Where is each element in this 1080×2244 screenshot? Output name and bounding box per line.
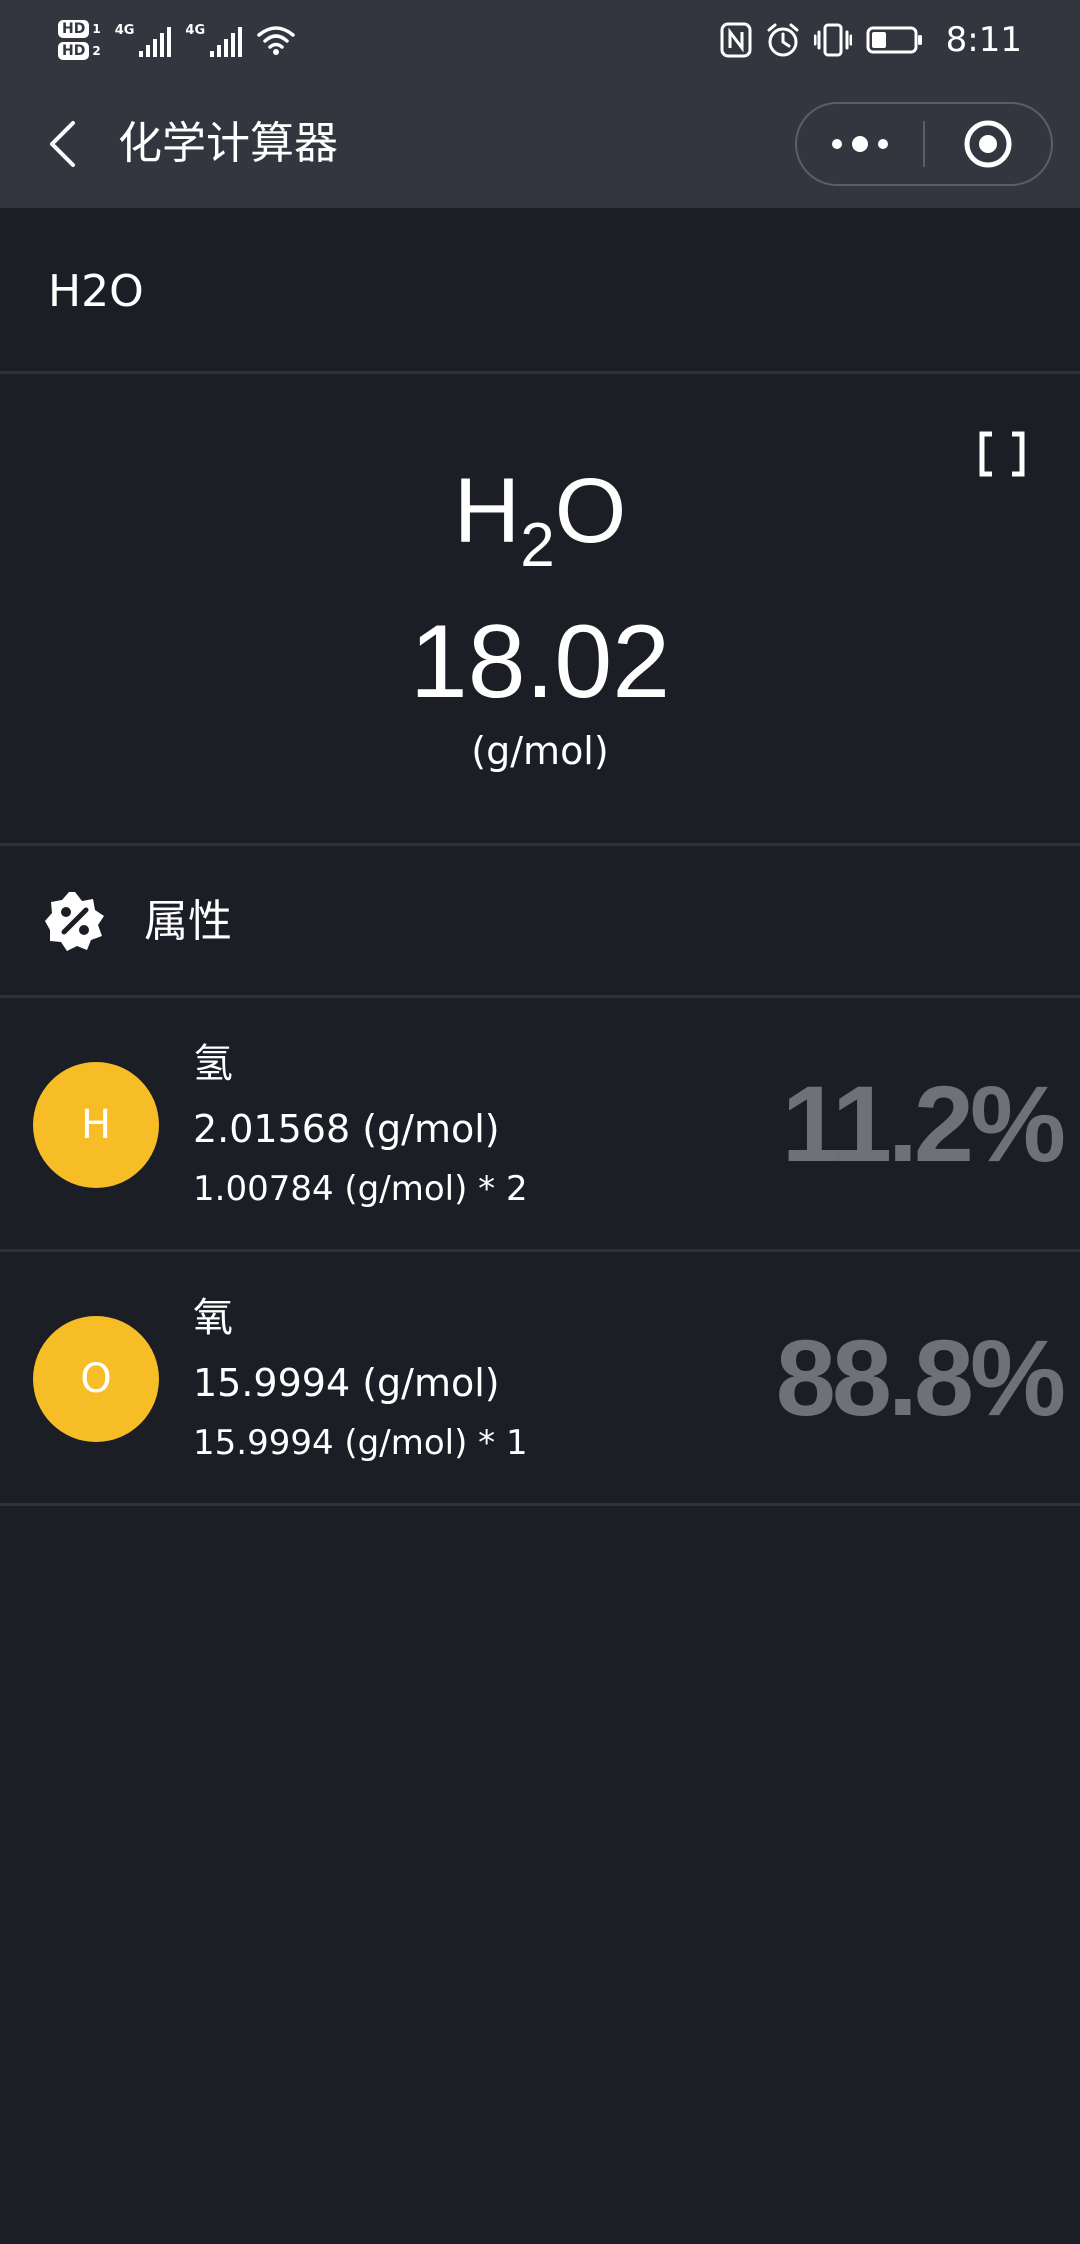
wifi-icon xyxy=(257,26,295,55)
molar-mass-unit: (g/mol) xyxy=(471,729,609,773)
signal-icon: 4G xyxy=(185,23,243,57)
back-arrow-icon xyxy=(50,121,75,167)
more-button[interactable] xyxy=(797,104,923,184)
hd2-row: HD 2 xyxy=(58,42,101,60)
formula-symbol: H xyxy=(453,460,521,562)
properties-label: 属性 xyxy=(144,896,232,947)
formula-input[interactable] xyxy=(48,260,948,324)
result-formula: H2O xyxy=(0,456,1080,580)
signal-icon: 4G xyxy=(115,23,172,57)
element-name: 氧 xyxy=(193,1295,233,1341)
element-badge: O xyxy=(33,1316,159,1442)
element-mass-detail: 1.00784 (g/mol) * 2 xyxy=(193,1169,528,1209)
hd1-sub: 1 xyxy=(92,22,101,36)
status-bar: HD 1 HD 2 4G 4G 8:11 xyxy=(0,0,1080,80)
more-dots-icon xyxy=(832,139,842,149)
status-right: 8:11 xyxy=(720,10,1022,70)
formula-subscript: 2 xyxy=(520,511,555,580)
vibrate-icon xyxy=(813,23,852,57)
result-card: H2O 18.02 (g/mol) xyxy=(0,374,1080,846)
page-title: 化学计算器 xyxy=(118,118,338,169)
nfc-icon xyxy=(720,22,752,58)
status-left: HD 1 HD 2 4G 4G xyxy=(58,10,296,70)
element-percent: 11.2% xyxy=(781,1063,1066,1184)
hd2-sub: 2 xyxy=(92,44,101,58)
target-icon xyxy=(964,120,1012,168)
molar-mass-value: 18.02 xyxy=(409,604,671,720)
properties-header: 属性 xyxy=(0,846,1080,998)
gear-percent-icon xyxy=(45,892,104,951)
mini-program-capsule xyxy=(795,102,1053,186)
hd-indicator: HD 1 HD 2 xyxy=(58,20,101,60)
element-mass-detail: 15.9994 (g/mol) * 1 xyxy=(193,1423,528,1463)
element-percent: 88.8% xyxy=(775,1317,1066,1438)
hd1-row: HD 1 xyxy=(58,20,101,38)
hd2-badge: HD xyxy=(58,42,90,60)
formula-symbol: O xyxy=(554,460,627,562)
formula-section xyxy=(0,208,1080,374)
element-badge: H xyxy=(33,1062,159,1188)
sim1-network: 4G xyxy=(114,23,135,38)
sim2-network: 4G xyxy=(185,23,206,38)
back-button[interactable] xyxy=(30,112,94,176)
element-mass: 15.9994 (g/mol) xyxy=(193,1361,500,1405)
close-mini-program-button[interactable] xyxy=(925,104,1051,184)
battery-icon xyxy=(866,26,922,54)
element-row-oxygen: O 氧 15.9994 (g/mol) 15.9994 (g/mol) * 1 … xyxy=(0,1252,1080,1506)
status-time: 8:11 xyxy=(945,20,1022,60)
hd1-badge: HD xyxy=(58,20,90,38)
element-row-hydrogen: H 氢 2.01568 (g/mol) 1.00784 (g/mol) * 2 … xyxy=(0,998,1080,1252)
element-name: 氢 xyxy=(193,1041,233,1087)
nav-bar: 化学计算器 xyxy=(0,80,1080,208)
alarm-icon xyxy=(767,23,799,57)
element-mass: 2.01568 (g/mol) xyxy=(193,1107,500,1151)
